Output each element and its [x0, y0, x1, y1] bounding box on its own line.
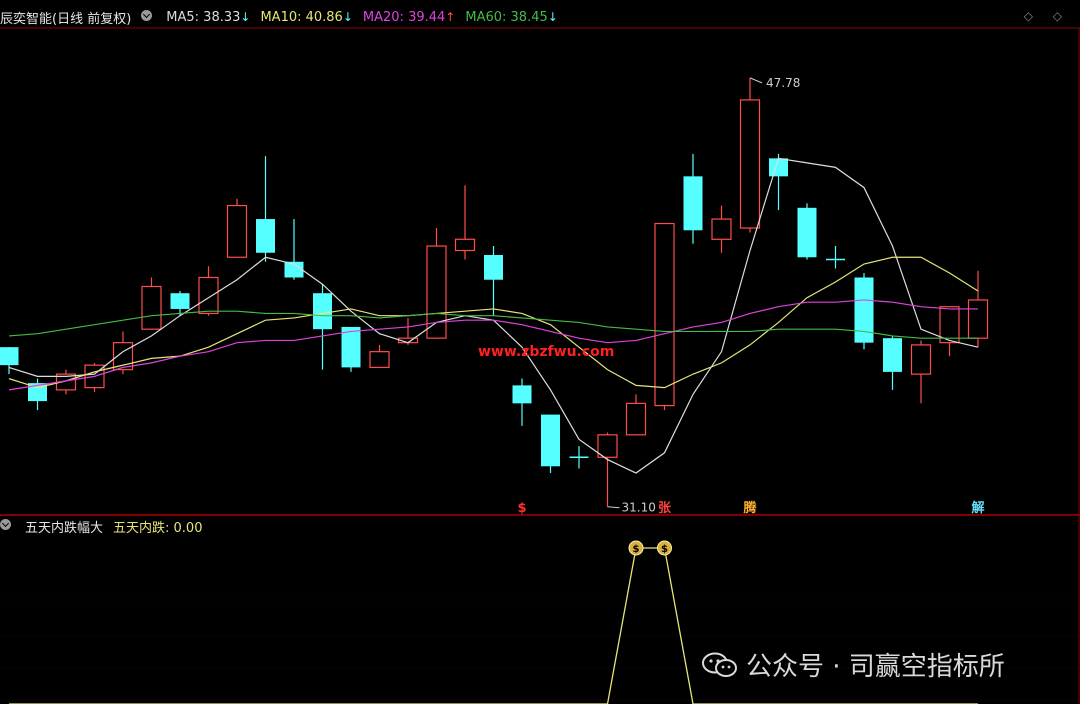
- candle-body: [967, 299, 989, 339]
- ma10-arrow-icon: ↓: [342, 10, 353, 24]
- candle-body: [883, 338, 902, 372]
- candle-body: [711, 218, 732, 240]
- candle-body: [910, 344, 932, 375]
- candle: [711, 205, 732, 253]
- candle: [28, 378, 47, 411]
- candle: [683, 153, 703, 244]
- ma-toggle-icon[interactable]: [141, 10, 156, 25]
- candle: [625, 394, 647, 436]
- candle-body: [198, 276, 219, 315]
- candle-body: [141, 285, 162, 330]
- money-bag-label: $: [661, 544, 668, 555]
- low-pointer: [607, 506, 620, 509]
- ma20-label: MA20: 39.44↑: [362, 10, 456, 25]
- ma5-label: MA5: 38.33↓: [166, 10, 251, 25]
- candle-body: [683, 176, 703, 231]
- moving-average-lines: [8, 157, 979, 474]
- indicator-value: 五天内跌: 0.00: [113, 521, 203, 536]
- price-annotations: 47.78 31.10: [607, 76, 800, 515]
- high-price-label: 47.78: [766, 76, 800, 90]
- candle: [454, 185, 476, 260]
- candle: [369, 344, 390, 368]
- candle-body: [739, 99, 761, 229]
- candle: [226, 198, 248, 258]
- candle: [141, 277, 162, 330]
- candle-body: [512, 385, 532, 404]
- candle: [739, 77, 761, 233]
- candle: [569, 446, 589, 469]
- candle: [910, 340, 932, 404]
- money-bag-icon: $: [657, 540, 672, 556]
- ma20-arrow-icon: ↑: [445, 10, 456, 24]
- candle: [541, 414, 560, 474]
- candle: [313, 284, 332, 370]
- candle: [654, 222, 675, 411]
- candle: [883, 335, 902, 390]
- candle: [597, 432, 618, 507]
- candle: [769, 153, 788, 211]
- signal-label: 张: [658, 501, 672, 516]
- candle-body: [170, 293, 190, 309]
- candle-body: [369, 351, 390, 368]
- money-bag-icon: $: [628, 540, 644, 556]
- candle-body: [654, 222, 675, 407]
- candle-body: [797, 207, 817, 258]
- candle-body: [226, 204, 248, 258]
- indicator-title[interactable]: 五天内跌幅大: [25, 517, 103, 536]
- candlestick-series: [0, 77, 989, 507]
- candle-body: [426, 245, 447, 339]
- main-chart-header: 辰奕智能(日线 前复权) MA5: 38.33↓ MA10: 40.86↓ MA…: [0, 8, 558, 27]
- candle: [854, 272, 874, 350]
- high-pointer: [749, 77, 763, 84]
- candle-body: [256, 219, 275, 253]
- candle: [484, 246, 503, 316]
- signal-markers: $ 张 腾 解: [517, 500, 984, 516]
- sub-chart-header: 五天内跌幅大 五天内跌: 0.00: [0, 517, 202, 536]
- window-control-icons[interactable]: ◇ ◇: [1024, 9, 1070, 23]
- candle-body: [625, 402, 647, 436]
- candle-body: [0, 347, 19, 366]
- ma60-arrow-icon: ↓: [547, 10, 558, 24]
- ma5-arrow-icon: ↓: [240, 10, 251, 24]
- ma60-label: MA60: 38.45↓: [465, 10, 558, 25]
- credit-text: 公众号 · 司赢空指标所: [746, 652, 1005, 682]
- signal-label: $: [517, 501, 526, 516]
- candle: [198, 266, 219, 316]
- candle: [284, 219, 304, 280]
- low-price-label: 31.10: [622, 501, 656, 515]
- candle-body: [454, 238, 476, 252]
- indicator-toggle-icon[interactable]: [0, 519, 15, 534]
- money-bag-label: $: [633, 544, 640, 555]
- candle-body: [769, 158, 788, 177]
- ma10-label: MA10: 40.86↓: [260, 10, 353, 25]
- wechat-icon: [702, 652, 738, 678]
- candle-body: [597, 434, 618, 458]
- candle-body: [541, 414, 560, 467]
- candle: [797, 203, 817, 260]
- candle: [826, 246, 845, 269]
- stock-title[interactable]: 辰奕智能(日线 前复权): [0, 8, 131, 27]
- candle: [512, 378, 532, 426]
- candle: [939, 306, 960, 357]
- candle: [341, 326, 361, 372]
- candle-body: [313, 293, 332, 330]
- candle: [256, 156, 275, 262]
- signal-label: 腾: [742, 500, 757, 516]
- watermark-text: www.zbzfwu.com: [478, 344, 615, 360]
- candle-body: [484, 255, 503, 280]
- signal-label: 解: [970, 500, 984, 516]
- credit-footer: 公众号 · 司赢空指标所: [702, 646, 1005, 683]
